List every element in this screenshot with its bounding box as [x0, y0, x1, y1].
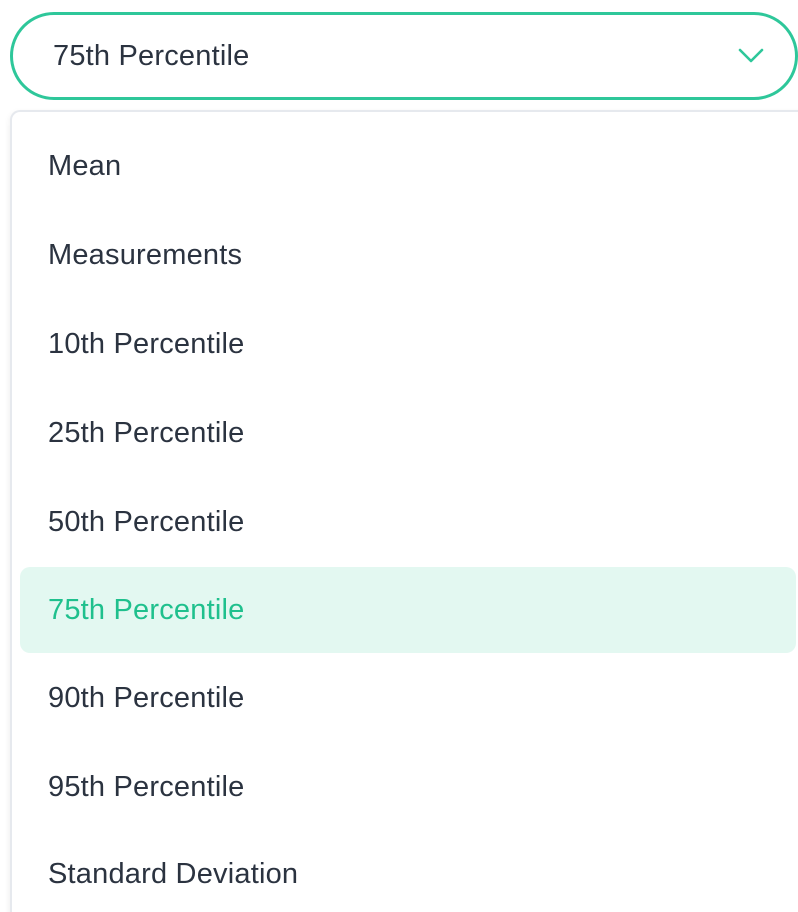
option-label: 95th Percentile [48, 770, 245, 803]
dropdown-root: 75th Percentile Mean Measurements 10th P… [0, 0, 798, 912]
option-label: 90th Percentile [48, 681, 245, 714]
option-label: Measurements [48, 238, 243, 271]
option-mean[interactable]: Mean [20, 123, 796, 209]
option-label: 75th Percentile [48, 593, 245, 626]
option-95th-percentile[interactable]: 95th Percentile [20, 744, 796, 830]
option-label: Mean [48, 149, 122, 182]
select-value: 75th Percentile [53, 39, 250, 72]
option-standard-deviation[interactable]: Standard Deviation [20, 831, 796, 912]
option-label: Standard Deviation [48, 857, 299, 890]
option-75th-percentile[interactable]: 75th Percentile [20, 567, 796, 653]
option-50th-percentile[interactable]: 50th Percentile [20, 479, 796, 565]
statistic-select[interactable]: 75th Percentile [10, 12, 798, 100]
option-label: 50th Percentile [48, 505, 245, 538]
option-label: 25th Percentile [48, 416, 245, 449]
option-25th-percentile[interactable]: 25th Percentile [20, 390, 796, 476]
option-measurements[interactable]: Measurements [20, 212, 796, 298]
options-menu: Mean Measurements 10th Percentile 25th P… [10, 110, 798, 912]
chevron-down-icon[interactable] [737, 47, 765, 65]
option-10th-percentile[interactable]: 10th Percentile [20, 301, 796, 387]
option-label: 10th Percentile [48, 327, 245, 360]
option-90th-percentile[interactable]: 90th Percentile [20, 655, 796, 741]
